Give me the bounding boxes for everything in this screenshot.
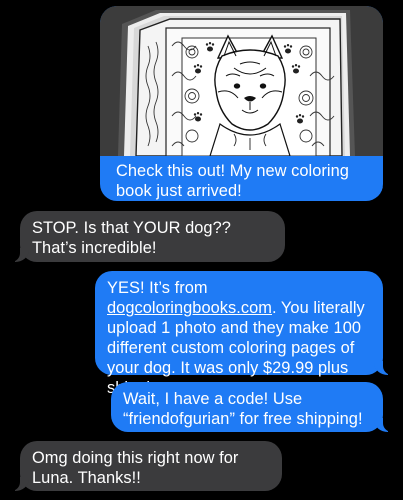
message-thread: Check this out! My new coloring book jus…: [0, 0, 403, 500]
message-text: Omg doing this right now for Luna. Thank…: [32, 449, 239, 487]
message-text: STOP. Is that YOUR dog?? That’s incredib…: [32, 219, 231, 257]
website-link[interactable]: dogcoloringbooks.com: [107, 299, 272, 317]
sent-message[interactable]: YES! It’s from dogcoloringbooks.com. You…: [95, 271, 392, 397]
message-text: Wait, I have a code! Use “friendofgurian…: [123, 390, 363, 428]
sent-image-message[interactable]: Check this out! My new coloring book jus…: [100, 6, 383, 201]
received-message[interactable]: STOP. Is that YOUR dog?? That’s incredib…: [11, 211, 285, 262]
received-message[interactable]: Omg doing this right now for Luna. Thank…: [11, 441, 282, 491]
coloring-book-husky-page-icon: [100, 6, 383, 156]
message-text: Check this out! My new coloring book jus…: [116, 162, 349, 200]
sent-message[interactable]: Wait, I have a code! Use “friendofgurian…: [111, 382, 392, 432]
coloring-book-photo[interactable]: [100, 6, 383, 156]
message-text: YES! It’s from: [107, 279, 208, 297]
